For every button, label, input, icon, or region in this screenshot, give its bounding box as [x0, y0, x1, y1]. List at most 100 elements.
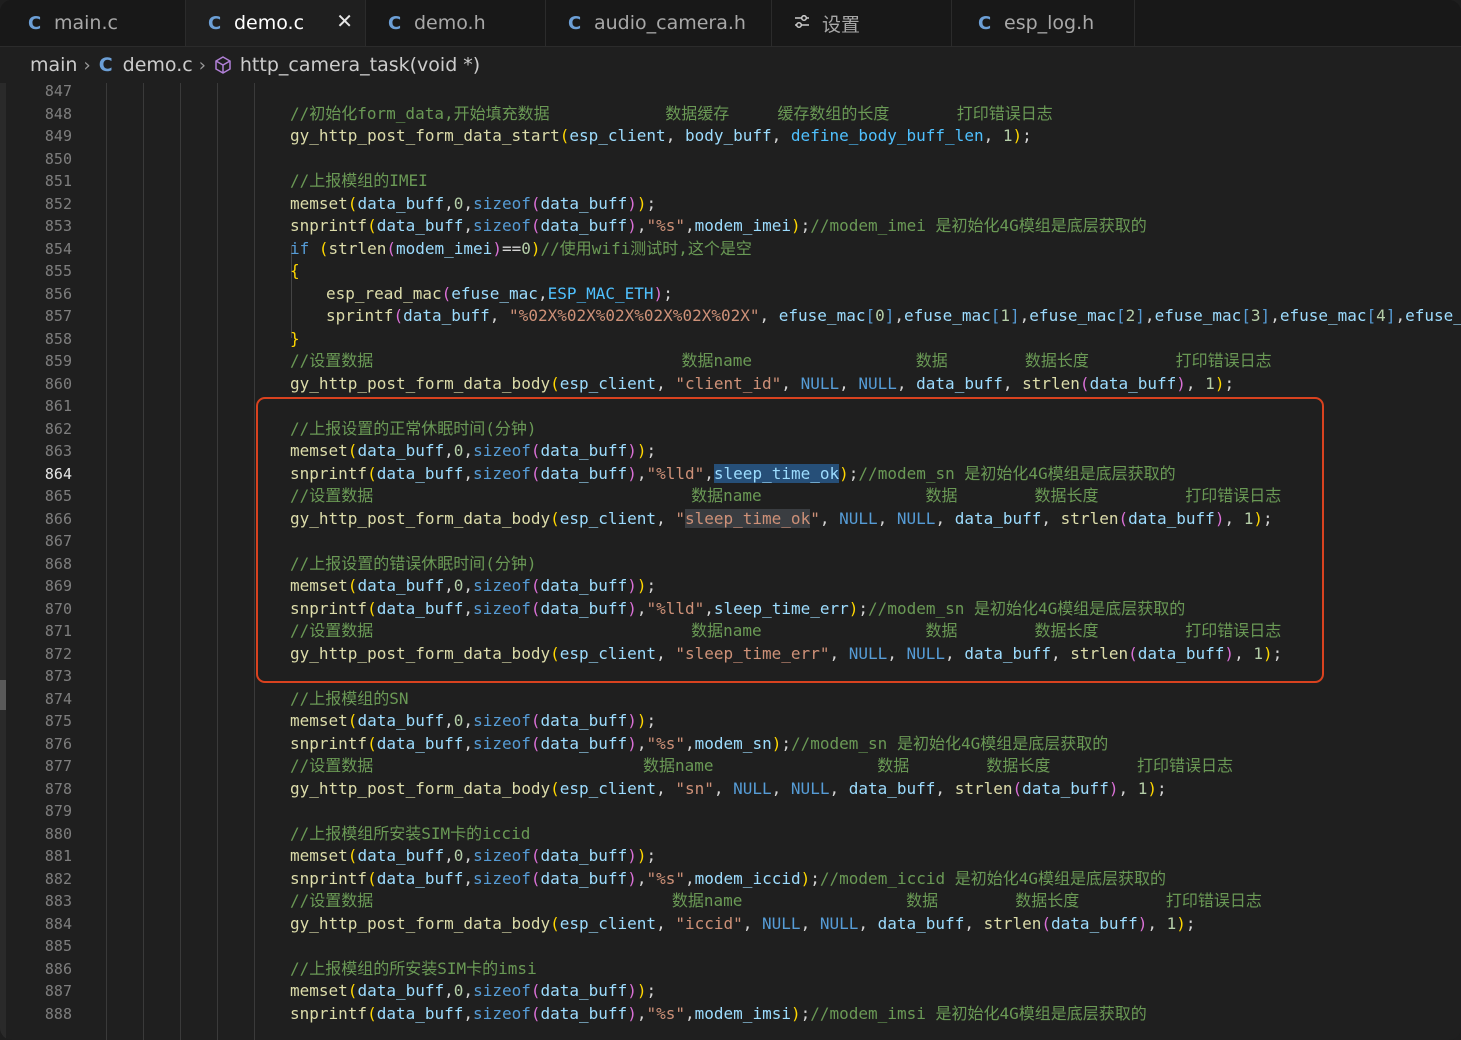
code-line[interactable]: if (strlen(modem_imei)==0)//使用wifi测试时,这个… [290, 238, 752, 261]
code-token: ) [1012, 126, 1023, 145]
code-token: sizeof [473, 216, 531, 235]
code-editor[interactable]: 847 848 849 850 851 852 853 854 855 856 857 858 859 8… [0, 83, 1461, 1040]
code-token: , [983, 126, 1003, 145]
code-token: 0 [453, 193, 464, 213]
code-line[interactable]: memset(data_buff,0,sizeof(data_buff)); [290, 193, 656, 216]
code-token: //modem_imei 是初始化4G模组是底层获取的 [810, 216, 1147, 235]
code-token: ) [1176, 913, 1186, 933]
code-token: ; [800, 216, 811, 235]
code-line[interactable]: memset(data_buff,0,sizeof(data_buff)); [290, 710, 656, 733]
code-token: data_buff [403, 306, 490, 325]
code-token: esp_client [559, 778, 657, 798]
code-line[interactable]: gy_http_post_form_data_start(esp_client,… [290, 125, 1032, 148]
code-line[interactable]: //上报模组所安装SIM卡的iccid [290, 823, 530, 846]
code-token: gy_http_post_form_data_body [290, 778, 551, 798]
annotation-highlight-box [256, 397, 1324, 683]
code-line[interactable]: gy_http_post_form_data_body(esp_client, … [290, 373, 1234, 396]
code-token: ) [530, 238, 541, 258]
code-token: //modem_iccid 是初始化4G模组是底层获取的 [819, 868, 1167, 888]
tab-audio-camera-h[interactable]: C audio_camera.h [546, 0, 772, 46]
breadcrumb-symbol[interactable]: http_camera_task(void *) [240, 54, 480, 76]
code-token: memset [290, 846, 348, 865]
code-token: 3 [1250, 306, 1261, 325]
code-token: "%s" [646, 216, 685, 235]
code-line[interactable]: gy_http_post_form_data_body(esp_client, … [290, 778, 1167, 801]
code-token: NULL [762, 913, 801, 933]
tab-settings[interactable]: 设置 [772, 0, 952, 46]
code-token: [ [1116, 306, 1126, 325]
code-line[interactable]: { [290, 260, 300, 283]
code-token: data_buff [1022, 778, 1109, 798]
code-token: efuse_mac [451, 283, 538, 303]
code-line[interactable]: //上报模组的SN [290, 688, 409, 711]
code-token: , [489, 306, 510, 325]
tab-esp-log-h[interactable]: C esp_log.h [952, 0, 1135, 46]
code-token: , [800, 913, 820, 933]
code-token: data_buff [540, 868, 628, 888]
code-line[interactable]: gy_http_post_form_data_body(esp_client, … [290, 913, 1196, 936]
code-token: ) [627, 846, 637, 865]
code-token: memset [290, 981, 348, 1000]
code-token: ) [627, 711, 637, 730]
code-line[interactable]: //设置数据 数据name 数据 数据长度 打印错误日志 [290, 755, 1233, 778]
code-token: strlen [328, 238, 387, 258]
tab-main-c[interactable]: C main.c [0, 0, 186, 46]
c-file-icon: C [388, 12, 402, 34]
code-token: NULL [819, 913, 859, 933]
code-token: ( [530, 193, 541, 213]
code-line[interactable]: snprintf(data_buff,sizeof(data_buff),"%s… [290, 1003, 1147, 1026]
code-token: //设置数据 数据name 数据 数据长度 打印错误日志 [290, 351, 1272, 370]
code-token: 4 [1376, 306, 1386, 325]
code-token: ; [646, 711, 657, 730]
code-token: , [656, 778, 676, 798]
close-icon[interactable]: ✕ [336, 9, 353, 33]
code-token: sizeof [473, 711, 531, 730]
tab-demo-h[interactable]: C demo.h [366, 0, 546, 46]
code-token: , [713, 778, 734, 798]
code-token: , [444, 981, 454, 1000]
c-file-icon: C [568, 12, 582, 34]
code-token: ( [347, 711, 358, 730]
code-token: data_buff [376, 1003, 464, 1023]
settings-icon [794, 13, 822, 34]
code-token: data_buff [877, 913, 965, 933]
code-line[interactable]: //初始化form_data,开始填充数据 数据缓存 缓存数组的长度 打印错误日… [290, 103, 1053, 126]
code-token: "%s" [646, 868, 685, 888]
tab-label: demo.c [234, 12, 305, 34]
code-token: [ [865, 306, 876, 325]
code-token: "sn" [675, 778, 714, 798]
breadcrumb-folder[interactable]: main [30, 54, 77, 76]
code-token: data_buff [540, 981, 628, 1000]
code-line[interactable]: sprintf(data_buff, "%02X%02X%02X%02X%02X… [326, 305, 1461, 328]
code-token: efuse_mac [904, 306, 991, 325]
code-token: , [896, 373, 917, 393]
code-token: , [1147, 913, 1167, 933]
tab-demo-c[interactable]: C demo.c ✕ [186, 0, 366, 46]
code-token: , [444, 846, 454, 865]
code-line[interactable]: esp_read_mac(efuse_mac,ESP_MAC_ETH); [326, 283, 673, 306]
code-token: NULL [790, 778, 830, 798]
tab-label: main.c [54, 12, 118, 34]
code-line[interactable]: snprintf(data_buff,sizeof(data_buff),"%s… [290, 733, 1108, 756]
code-token: } [290, 328, 300, 348]
code-line[interactable]: snprintf(data_buff,sizeof(data_buff),"%s… [290, 215, 1147, 238]
code-token: 0 [521, 238, 531, 258]
code-line[interactable]: //设置数据 数据name 数据 数据长度 打印错误日志 [290, 890, 1262, 913]
code-token: ( [386, 238, 396, 258]
code-line[interactable]: //上报模组的IMEI [290, 170, 428, 193]
chevron-right-icon: › [198, 54, 206, 76]
code-token: sizeof [473, 981, 531, 1000]
code-line[interactable]: memset(data_buff,0,sizeof(data_buff)); [290, 845, 656, 868]
code-line[interactable]: //设置数据 数据name 数据 数据长度 打印错误日志 [290, 350, 1272, 373]
breadcrumb-file[interactable]: demo.c [123, 54, 193, 76]
code-token: "iccid" [675, 913, 743, 933]
code-line[interactable]: memset(data_buff,0,sizeof(data_buff)); [290, 980, 656, 1003]
code-token: ) [492, 238, 502, 258]
code-token: ( [550, 778, 560, 798]
code-line[interactable]: } [290, 328, 300, 351]
code-token: ( [559, 126, 570, 145]
code-token: ) [771, 733, 782, 753]
code-line[interactable]: snprintf(data_buff,sizeof(data_buff),"%s… [290, 868, 1166, 891]
code-token: data_buff [540, 216, 628, 235]
code-line[interactable]: //上报模组的所安装SIM卡的imsi [290, 958, 537, 981]
